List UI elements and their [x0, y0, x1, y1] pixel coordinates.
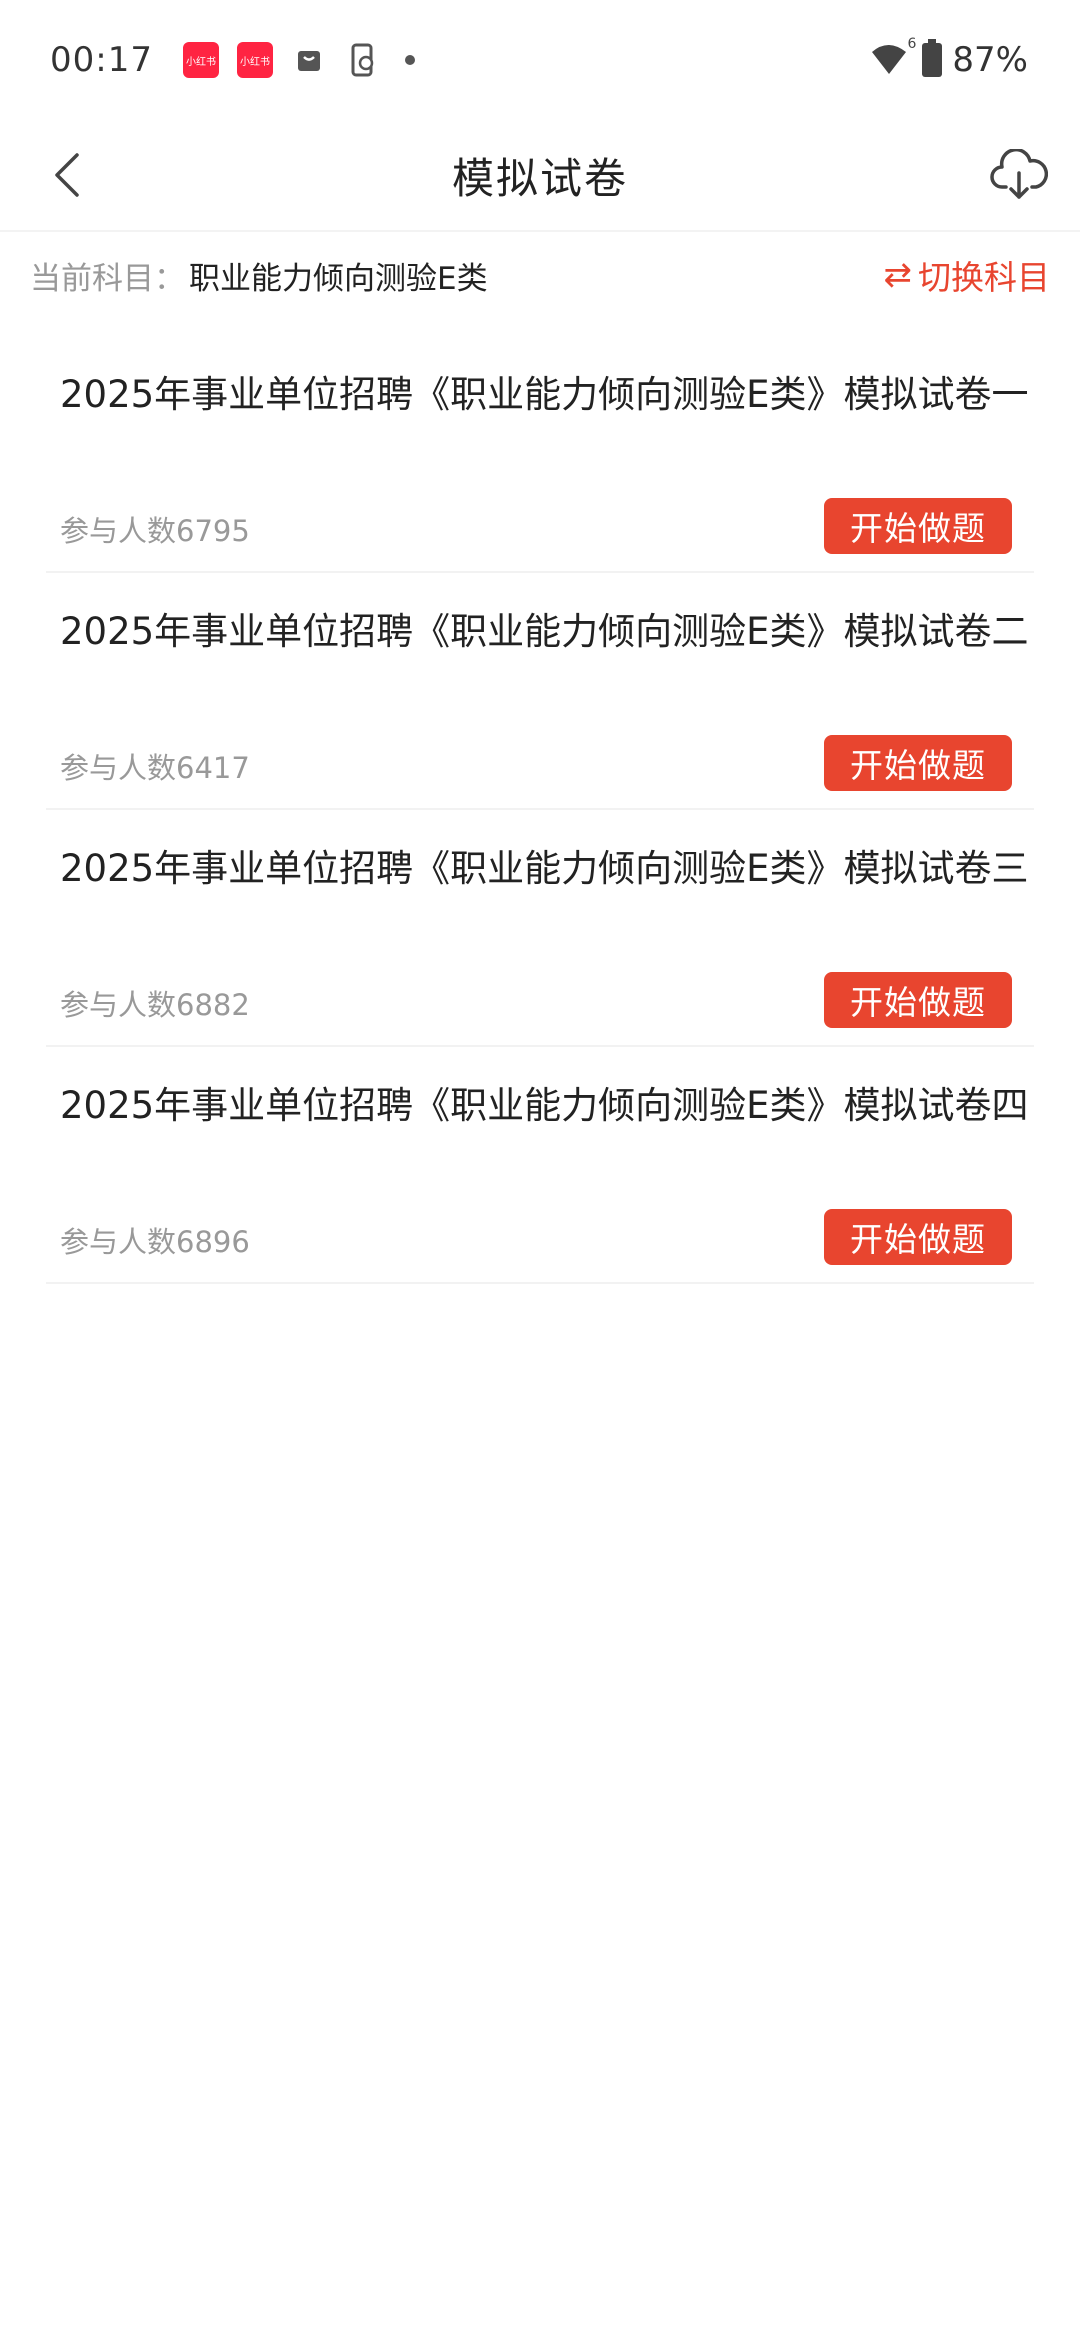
participant-count: 参与人数6795 — [60, 514, 250, 548]
paper-list: 2025年事业单位招聘《职业能力倾向测验E类》模拟试卷一 参与人数6795 开始… — [46, 336, 1034, 1284]
page-title: 模拟试卷 — [451, 153, 628, 203]
current-subject-label: 当前科目： — [30, 260, 185, 297]
switch-subject-button[interactable]: ⇄ 切换科目 — [884, 251, 1051, 299]
participant-count: 参与人数6896 — [60, 1225, 250, 1259]
start-quiz-button[interactable]: 开始做题 — [824, 498, 1012, 554]
battery-icon — [922, 39, 943, 77]
paper-item[interactable]: 2025年事业单位招聘《职业能力倾向测验E类》模拟试卷三 参与人数6882 开始… — [46, 810, 1034, 1047]
xiaohongshu-notification-icon-2: 小红书 — [236, 42, 273, 78]
phone-sync-icon — [345, 42, 381, 78]
paper-item[interactable]: 2025年事业单位招聘《职业能力倾向测验E类》模拟试卷一 参与人数6795 开始… — [46, 336, 1034, 573]
paper-title: 2025年事业单位招聘《职业能力倾向测验E类》模拟试卷三 — [60, 847, 1029, 890]
start-quiz-button[interactable]: 开始做题 — [824, 735, 1012, 791]
paper-item[interactable]: 2025年事业单位招聘《职业能力倾向测验E类》模拟试卷四 参与人数6896 开始… — [46, 1047, 1034, 1284]
wifi-label: 6 — [907, 36, 917, 52]
system-status: 6 87% — [870, 36, 1028, 80]
notification-icons: 小红书 小红书 — [182, 42, 415, 78]
status-bar: 00:17 小红书 小红书 6 87% — [0, 0, 1080, 120]
shopping-bag-icon — [291, 42, 327, 78]
more-notifications-dot — [404, 55, 415, 65]
participant-count: 参与人数6882 — [60, 988, 250, 1022]
paper-item[interactable]: 2025年事业单位招聘《职业能力倾向测验E类》模拟试卷二 参与人数6417 开始… — [46, 573, 1034, 810]
battery-percent: 87% — [952, 40, 1028, 80]
swap-icon: ⇄ — [883, 255, 913, 295]
status-time: 00:17 — [50, 40, 153, 80]
download-button[interactable] — [986, 142, 1052, 208]
wifi-icon: 6 — [870, 36, 916, 78]
paper-title: 2025年事业单位招聘《职业能力倾向测验E类》模拟试卷一 — [60, 373, 1029, 416]
subject-bar: 当前科目： 职业能力倾向测验E类 ⇄ 切换科目 — [0, 240, 1080, 310]
participant-count: 参与人数6417 — [60, 751, 250, 785]
header-divider — [0, 230, 1080, 232]
start-quiz-button[interactable]: 开始做题 — [824, 1209, 1012, 1265]
back-button[interactable] — [36, 145, 96, 205]
paper-title: 2025年事业单位招聘《职业能力倾向测验E类》模拟试卷二 — [60, 610, 1029, 653]
chevron-left-icon — [55, 153, 79, 197]
cloud-download-icon — [990, 149, 1048, 199]
switch-subject-label: 切换科目 — [918, 258, 1050, 297]
top-app-bar: 模拟试卷 — [0, 120, 1080, 230]
paper-title: 2025年事业单位招聘《职业能力倾向测验E类》模拟试卷四 — [60, 1084, 1029, 1127]
current-subject-value: 职业能力倾向测验E类 — [189, 260, 488, 297]
start-quiz-button[interactable]: 开始做题 — [824, 972, 1012, 1028]
xiaohongshu-notification-icon: 小红书 — [182, 42, 219, 78]
